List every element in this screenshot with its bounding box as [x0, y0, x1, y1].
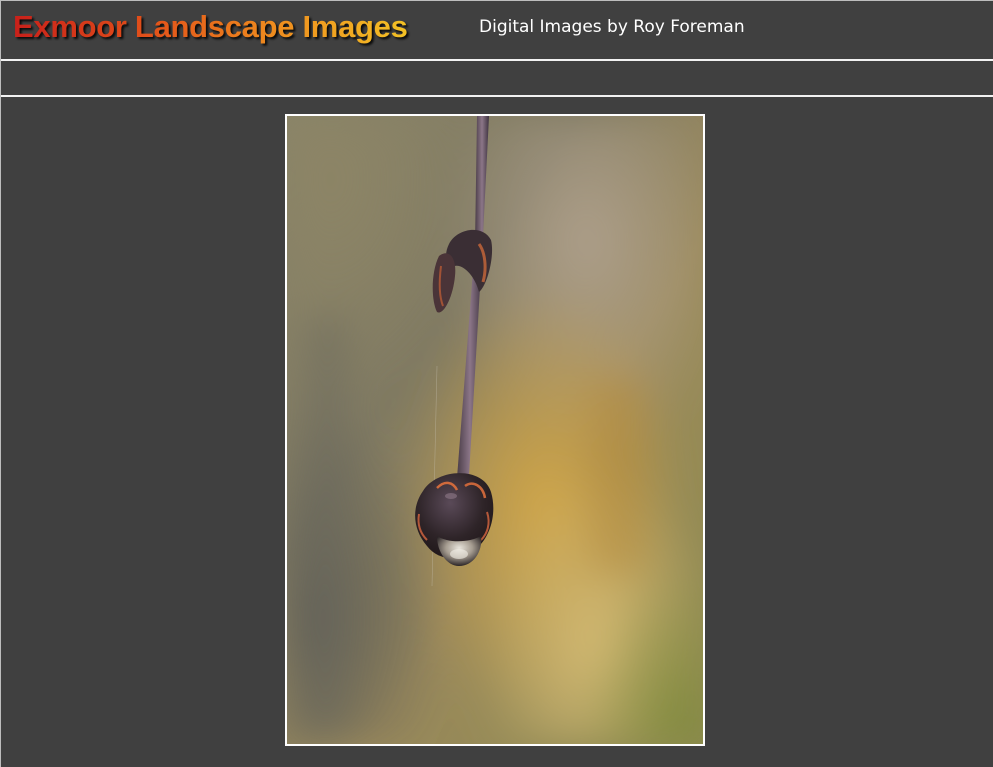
site-header: Exmoor Landscape Images Digital Images b…	[1, 1, 993, 61]
main-photo[interactable]	[285, 114, 705, 746]
site-subtitle: Digital Images by Roy Foreman	[479, 17, 745, 37]
photo-image	[287, 116, 703, 744]
page: Exmoor Landscape Images Digital Images b…	[0, 0, 993, 767]
nav-bar	[1, 61, 993, 97]
site-title[interactable]: Exmoor Landscape Images	[13, 9, 408, 45]
